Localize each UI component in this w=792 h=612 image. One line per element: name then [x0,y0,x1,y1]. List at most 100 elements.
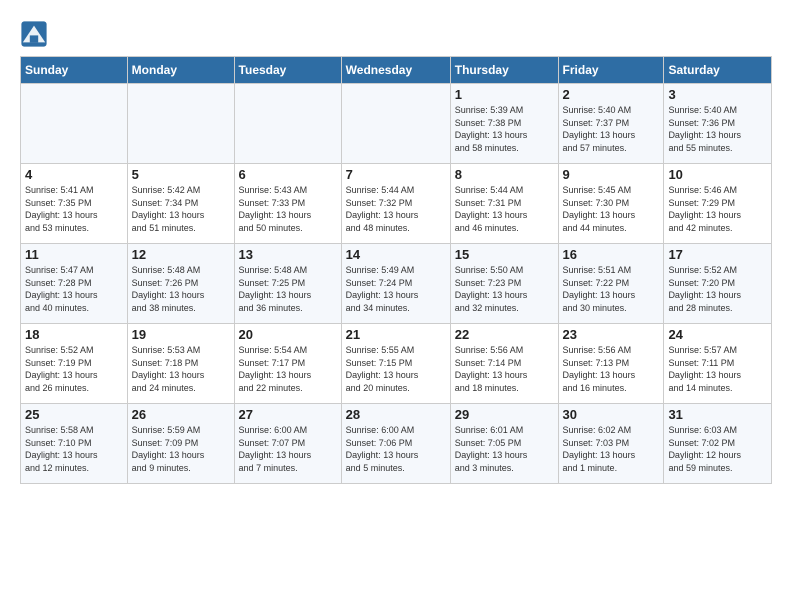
day-info: Sunrise: 5:44 AMSunset: 7:31 PMDaylight:… [455,184,554,234]
day-number: 17 [668,247,767,262]
header [20,16,772,48]
calendar-cell: 16 Sunrise: 5:51 AMSunset: 7:22 PMDayligh… [558,244,664,324]
calendar-cell: 22 Sunrise: 5:56 AMSunset: 7:14 PMDayligh… [450,324,558,404]
day-number: 28 [346,407,446,422]
day-number: 9 [563,167,660,182]
col-header-saturday: Saturday [664,57,772,84]
day-number: 12 [132,247,230,262]
week-row-4: 18 Sunrise: 5:52 AMSunset: 7:19 PMDayligh… [21,324,772,404]
day-number: 3 [668,87,767,102]
col-header-friday: Friday [558,57,664,84]
calendar-cell: 3Sunrise: 5:40 AMSunset: 7:36 PMDaylight… [664,84,772,164]
calendar-cell: 20 Sunrise: 5:54 AMSunset: 7:17 PMDayligh… [234,324,341,404]
calendar-cell [234,84,341,164]
day-info: Sunrise: 5:54 AMSunset: 7:17 PMDaylight:… [239,344,337,394]
day-number: 5 [132,167,230,182]
day-info: Sunrise: 6:00 AMSunset: 7:06 PMDaylight:… [346,424,446,474]
day-info: Sunrise: 5:51 AMSunset: 7:22 PMDaylight:… [563,264,660,314]
day-number: 29 [455,407,554,422]
day-info: Sunrise: 5:39 AMSunset: 7:38 PMDaylight:… [455,104,554,154]
calendar-cell: 27 Sunrise: 6:00 AMSunset: 7:07 PMDayligh… [234,404,341,484]
day-number: 6 [239,167,337,182]
day-number: 27 [239,407,337,422]
col-header-monday: Monday [127,57,234,84]
calendar-cell: 1 Sunrise: 5:39 AMSunset: 7:38 PMDaylight… [450,84,558,164]
calendar-cell: 14 Sunrise: 5:49 AMSunset: 7:24 PMDayligh… [341,244,450,324]
day-number: 31 [668,407,767,422]
calendar-cell: 30 Sunrise: 6:02 AMSunset: 7:03 PMDayligh… [558,404,664,484]
calendar-cell: 11 Sunrise: 5:47 AMSunset: 7:28 PMDayligh… [21,244,128,324]
calendar-cell: 21Sunrise: 5:55 AMSunset: 7:15 PMDayligh… [341,324,450,404]
calendar-table: SundayMondayTuesdayWednesdayThursdayFrid… [20,56,772,484]
day-number: 7 [346,167,446,182]
day-number: 1 [455,87,554,102]
week-row-5: 25 Sunrise: 5:58 AMSunset: 7:10 PMDayligh… [21,404,772,484]
day-info: Sunrise: 6:01 AMSunset: 7:05 PMDaylight:… [455,424,554,474]
day-info: Sunrise: 5:59 AMSunset: 7:09 PMDaylight:… [132,424,230,474]
calendar-cell: 25 Sunrise: 5:58 AMSunset: 7:10 PMDayligh… [21,404,128,484]
header-row: SundayMondayTuesdayWednesdayThursdayFrid… [21,57,772,84]
day-number: 25 [25,407,123,422]
calendar-cell: 10 Sunrise: 5:46 AMSunset: 7:29 PMDayligh… [664,164,772,244]
day-info: Sunrise: 5:42 AMSunset: 7:34 PMDaylight:… [132,184,230,234]
calendar-cell: 13Sunrise: 5:48 AMSunset: 7:25 PMDayligh… [234,244,341,324]
week-row-2: 4Sunrise: 5:41 AMSunset: 7:35 PMDaylight… [21,164,772,244]
day-info: Sunrise: 5:48 AMSunset: 7:25 PMDaylight:… [239,264,337,314]
day-info: Sunrise: 5:40 AMSunset: 7:37 PMDaylight:… [563,104,660,154]
calendar-cell: 26 Sunrise: 5:59 AMSunset: 7:09 PMDayligh… [127,404,234,484]
logo [20,20,52,48]
calendar-cell: 6Sunrise: 5:43 AMSunset: 7:33 PMDaylight… [234,164,341,244]
calendar-cell: 5 Sunrise: 5:42 AMSunset: 7:34 PMDaylight… [127,164,234,244]
col-header-wednesday: Wednesday [341,57,450,84]
day-info: Sunrise: 5:49 AMSunset: 7:24 PMDaylight:… [346,264,446,314]
day-number: 20 [239,327,337,342]
day-info: Sunrise: 5:48 AMSunset: 7:26 PMDaylight:… [132,264,230,314]
day-info: Sunrise: 5:46 AMSunset: 7:29 PMDaylight:… [668,184,767,234]
day-info: Sunrise: 5:52 AMSunset: 7:20 PMDaylight:… [668,264,767,314]
calendar-cell: 9 Sunrise: 5:45 AMSunset: 7:30 PMDaylight… [558,164,664,244]
day-info: Sunrise: 6:03 AMSunset: 7:02 PMDaylight:… [668,424,767,474]
day-number: 22 [455,327,554,342]
day-info: Sunrise: 5:58 AMSunset: 7:10 PMDaylight:… [25,424,123,474]
day-number: 30 [563,407,660,422]
calendar-cell: 8 Sunrise: 5:44 AMSunset: 7:31 PMDaylight… [450,164,558,244]
day-info: Sunrise: 5:50 AMSunset: 7:23 PMDaylight:… [455,264,554,314]
day-number: 26 [132,407,230,422]
day-number: 18 [25,327,123,342]
day-info: Sunrise: 5:47 AMSunset: 7:28 PMDaylight:… [25,264,123,314]
calendar-cell: 4Sunrise: 5:41 AMSunset: 7:35 PMDaylight… [21,164,128,244]
calendar-cell [341,84,450,164]
calendar-cell: 12 Sunrise: 5:48 AMSunset: 7:26 PMDayligh… [127,244,234,324]
day-number: 14 [346,247,446,262]
calendar-cell: 24 Sunrise: 5:57 AMSunset: 7:11 PMDayligh… [664,324,772,404]
day-number: 8 [455,167,554,182]
day-info: Sunrise: 5:53 AMSunset: 7:18 PMDaylight:… [132,344,230,394]
calendar-cell [21,84,128,164]
day-info: Sunrise: 6:02 AMSunset: 7:03 PMDaylight:… [563,424,660,474]
day-info: Sunrise: 5:45 AMSunset: 7:30 PMDaylight:… [563,184,660,234]
calendar-cell: 7 Sunrise: 5:44 AMSunset: 7:32 PMDaylight… [341,164,450,244]
day-number: 23 [563,327,660,342]
day-number: 10 [668,167,767,182]
day-info: Sunrise: 5:41 AMSunset: 7:35 PMDaylight:… [25,184,123,234]
day-number: 16 [563,247,660,262]
day-number: 2 [563,87,660,102]
day-info: Sunrise: 5:57 AMSunset: 7:11 PMDaylight:… [668,344,767,394]
day-number: 11 [25,247,123,262]
col-header-sunday: Sunday [21,57,128,84]
day-number: 15 [455,247,554,262]
calendar-cell: 23 Sunrise: 5:56 AMSunset: 7:13 PMDayligh… [558,324,664,404]
day-number: 24 [668,327,767,342]
calendar-cell: 28 Sunrise: 6:00 AMSunset: 7:06 PMDayligh… [341,404,450,484]
day-info: Sunrise: 6:00 AMSunset: 7:07 PMDaylight:… [239,424,337,474]
col-header-thursday: Thursday [450,57,558,84]
week-row-1: 1 Sunrise: 5:39 AMSunset: 7:38 PMDaylight… [21,84,772,164]
day-info: Sunrise: 5:44 AMSunset: 7:32 PMDaylight:… [346,184,446,234]
calendar-cell: 17 Sunrise: 5:52 AMSunset: 7:20 PMDayligh… [664,244,772,324]
calendar-cell [127,84,234,164]
calendar-cell: 15 Sunrise: 5:50 AMSunset: 7:23 PMDayligh… [450,244,558,324]
day-info: Sunrise: 5:56 AMSunset: 7:14 PMDaylight:… [455,344,554,394]
day-info: Sunrise: 5:56 AMSunset: 7:13 PMDaylight:… [563,344,660,394]
week-row-3: 11 Sunrise: 5:47 AMSunset: 7:28 PMDayligh… [21,244,772,324]
day-info: Sunrise: 5:52 AMSunset: 7:19 PMDaylight:… [25,344,123,394]
